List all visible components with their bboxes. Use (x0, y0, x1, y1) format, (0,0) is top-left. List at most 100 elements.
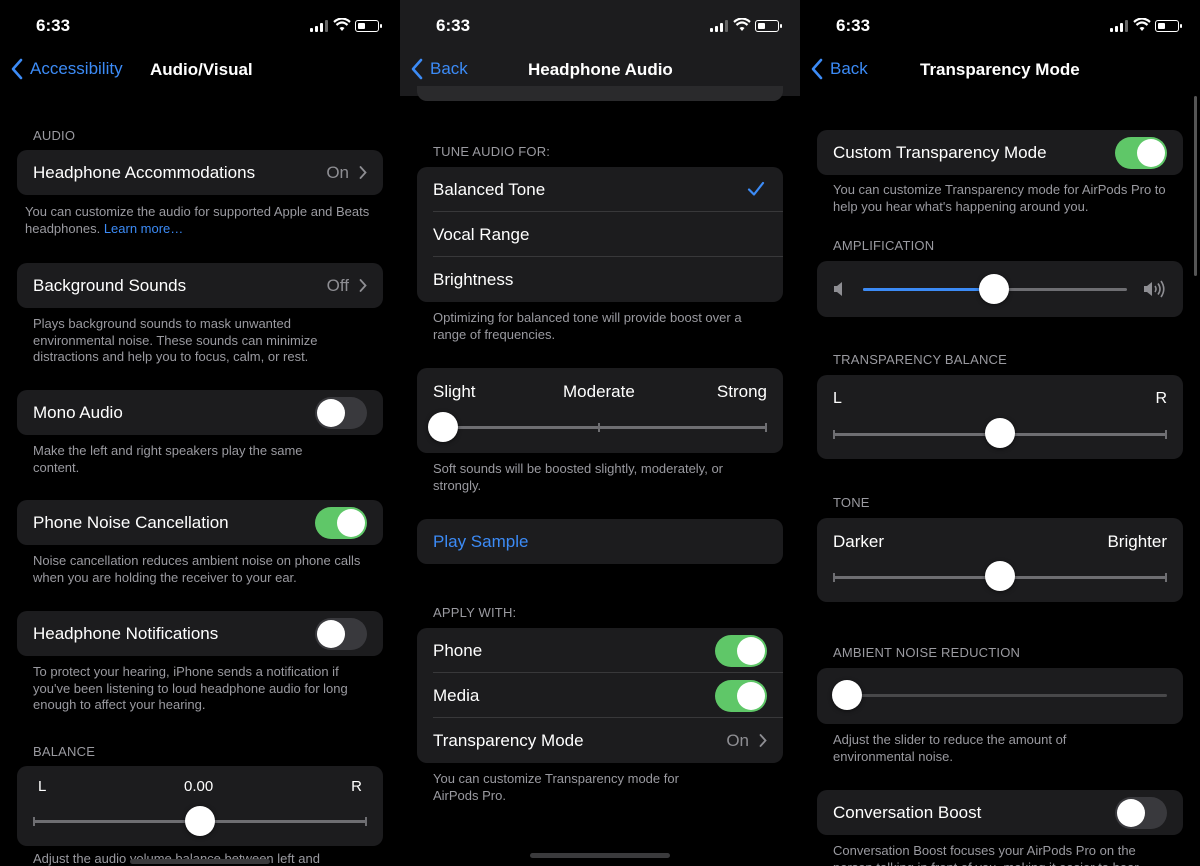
chevron-right-icon (359, 279, 367, 292)
hn-footer: To protect your hearing, iPhone sends a … (33, 664, 348, 712)
background-sounds-row[interactable]: Background Sounds Off (17, 263, 383, 308)
phone-noise-row: Phone Noise Cancellation (17, 500, 383, 545)
row-label: Media (433, 686, 480, 705)
play-sample-label: Play Sample (433, 532, 529, 551)
transparency-mode-row[interactable]: Transparency Mode On (417, 718, 783, 763)
balance-slider-thumb[interactable] (185, 806, 215, 836)
tick-mark (33, 817, 35, 826)
amplification-group (817, 261, 1183, 317)
phone-noise-toggle[interactable] (315, 507, 367, 539)
phone-toggle[interactable] (715, 635, 767, 667)
mono-audio-toggle[interactable] (315, 397, 367, 429)
headphone-notifications-toggle[interactable] (315, 618, 367, 650)
boost-slider-thumb[interactable] (428, 412, 458, 442)
balance-left-label: L (833, 390, 842, 407)
conversation-boost-toggle[interactable] (1115, 797, 1167, 829)
bs-footer: Plays background sounds to mask unwanted… (33, 316, 318, 364)
row-value: On (326, 163, 349, 182)
row-label: Headphone Notifications (33, 624, 219, 643)
slight-label: Slight (433, 382, 476, 401)
speaker-low-icon (834, 282, 842, 296)
custom-transparency-row: Custom Transparency Mode (817, 130, 1183, 175)
tone-slider-thumb[interactable] (985, 561, 1015, 591)
anr-group (817, 668, 1183, 724)
headphone-audio-screen: 6:33 Back Headphone Audio TUNE AUDIO FOR… (400, 0, 800, 866)
amplification-slider-thumb[interactable] (979, 274, 1009, 304)
chevron-right-icon (359, 166, 367, 179)
transparency-mode-screen: 6:33 Back Transparency Mode Custom Trans… (800, 0, 1200, 866)
custom-transparency-toggle[interactable] (1115, 137, 1167, 169)
row-label: Transparency Mode (433, 731, 584, 750)
checkmark-icon (747, 181, 765, 196)
wifi-icon (1133, 18, 1151, 31)
chevron-left-icon (411, 58, 423, 80)
headphone-notifications-group: Headphone Notifications (17, 611, 383, 656)
anr-slider-thumb[interactable] (832, 680, 862, 710)
page-title: Transparency Mode (920, 60, 1080, 79)
scrolled-group-edge (417, 86, 783, 101)
apply-phone-row: Phone (417, 628, 783, 673)
section-header-tune: TUNE AUDIO FOR: (433, 144, 551, 159)
section-header-apply: APPLY WITH: (433, 605, 517, 620)
play-sample-group: Play Sample (417, 519, 783, 564)
nav-bar: Back Headphone Audio (400, 56, 800, 86)
cellular-signal-icon (710, 20, 728, 32)
apply-footer: You can customize Transparency mode for … (433, 771, 679, 803)
headphone-accommodations-row[interactable]: Headphone Accommodations On (17, 150, 383, 195)
nav-bar: Accessibility Audio/Visual (0, 56, 400, 86)
conversation-boost-group: Conversation Boost (817, 790, 1183, 835)
tune-option-brightness[interactable]: Brightness (417, 257, 783, 302)
anr-footer: Adjust the slider to reduce the amount o… (833, 732, 1067, 764)
option-label: Balanced Tone (433, 180, 546, 199)
row-label: Custom Transparency Mode (833, 143, 1047, 162)
status-bar: 6:33 (400, 14, 800, 38)
chevron-left-icon (811, 58, 823, 80)
back-button[interactable]: Back (410, 58, 468, 80)
status-bar: 6:33 (800, 14, 1200, 38)
scroll-indicator[interactable] (1194, 96, 1197, 276)
mono-footer: Make the left and right speakers play th… (33, 443, 303, 475)
conversation-boost-row: Conversation Boost (817, 790, 1183, 835)
audio-visual-screen: 6:33 Accessibility Audio/Visual AUDIO He… (0, 0, 400, 866)
tune-footer: Optimizing for balanced tone will provid… (433, 310, 742, 342)
balance-right-label: R (1155, 390, 1167, 407)
play-sample-button[interactable]: Play Sample (417, 519, 783, 564)
tune-option-balanced[interactable]: Balanced Tone (417, 167, 783, 212)
transparency-balance-slider-thumb[interactable] (985, 418, 1015, 448)
mono-audio-row: Mono Audio (17, 390, 383, 435)
home-indicator (130, 859, 270, 864)
tick-mark (833, 430, 835, 439)
balance-right-label: R (351, 778, 362, 795)
section-header-balance: BALANCE (33, 744, 96, 759)
boost-track (443, 426, 767, 429)
cb-footer: Conversation Boost focuses your AirPods … (833, 843, 1139, 866)
strong-label: Strong (716, 382, 767, 401)
back-label: Back (430, 59, 468, 78)
cellular-signal-icon (310, 20, 328, 32)
learn-more-link[interactable]: Learn more… (104, 221, 183, 236)
amplification-fill (863, 288, 995, 291)
back-button[interactable]: Back (810, 58, 868, 80)
section-header-audio: AUDIO (33, 128, 76, 143)
row-value: Off (326, 276, 349, 295)
media-toggle[interactable] (715, 680, 767, 712)
apply-with-group: Phone Media Transparency Mode On (417, 628, 783, 763)
battery-icon (355, 20, 382, 32)
tick-mark (1165, 430, 1167, 439)
tick-mark (1165, 573, 1167, 582)
option-label: Brightness (433, 270, 514, 289)
tick-mark (833, 573, 835, 582)
background-sounds-group: Background Sounds Off (17, 263, 383, 308)
pn-footer: Noise cancellation reduces ambient noise… (33, 553, 361, 585)
custom-transparency-group: Custom Transparency Mode (817, 130, 1183, 175)
back-button[interactable]: Accessibility (10, 58, 123, 80)
back-label: Back (830, 59, 868, 78)
page-title: Audio/Visual (150, 60, 253, 79)
moderate-label: Moderate (563, 382, 635, 401)
status-time: 6:33 (436, 16, 471, 35)
tune-option-vocal[interactable]: Vocal Range (417, 212, 783, 257)
row-value: On (726, 731, 749, 750)
row-label: Conversation Boost (833, 803, 982, 822)
status-time: 6:33 (836, 16, 871, 35)
row-label: Mono Audio (33, 403, 123, 422)
